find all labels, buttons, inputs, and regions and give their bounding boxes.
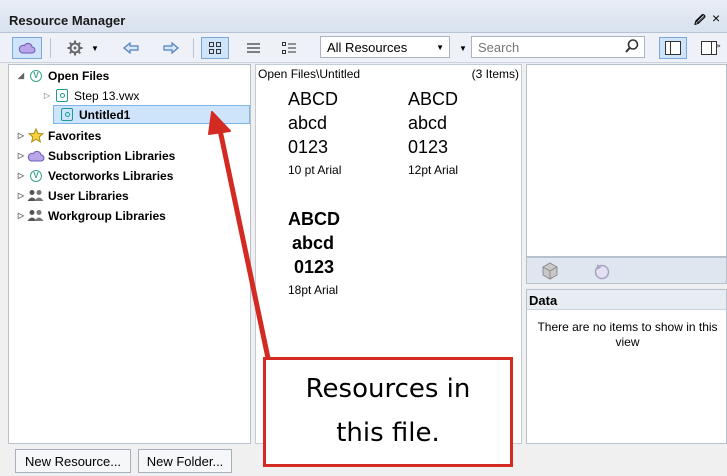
annotation-line1: Resources in	[305, 374, 471, 404]
annotation-callout: Resources in this file.	[263, 357, 513, 467]
annotation-line2: this file.	[336, 418, 440, 448]
